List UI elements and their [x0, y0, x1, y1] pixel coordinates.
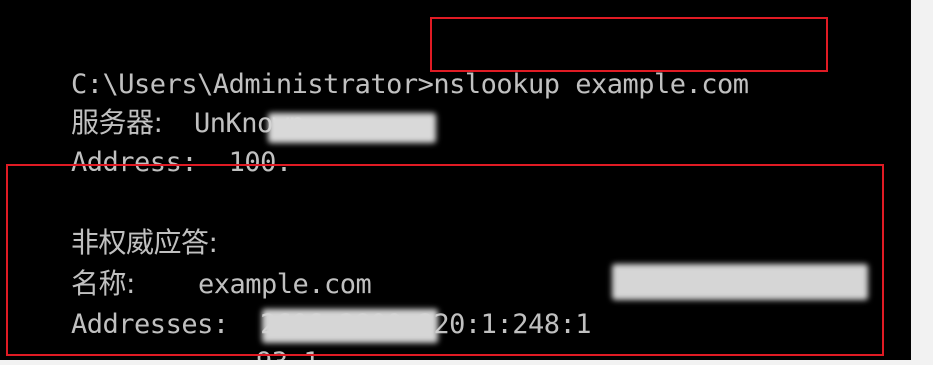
- server-line: 服务器: UnKnown: [8, 66, 305, 139]
- answer-highlight-box: [6, 164, 884, 356]
- screenshot-bottom-edge: [0, 360, 933, 365]
- command-highlight-box: [430, 17, 828, 72]
- redacted-address: [268, 113, 436, 143]
- cmd-console[interactable]: C:\Users\Administrator>nslookup example.…: [0, 0, 933, 365]
- address-line: Address: 100.: [8, 106, 292, 178]
- command-text: nslookup example.com: [433, 69, 749, 100]
- screenshot-right-edge: [911, 0, 933, 365]
